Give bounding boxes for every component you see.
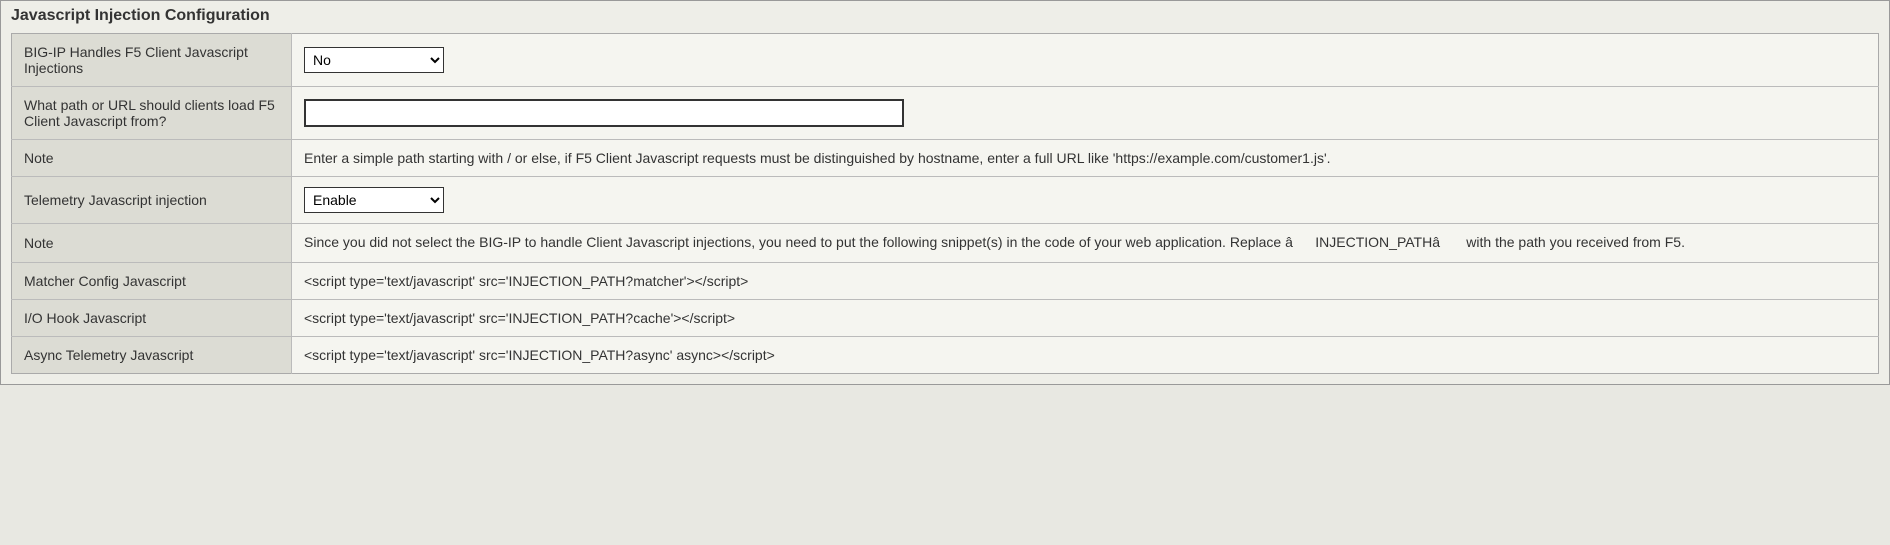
label-path-url: What path or URL should clients load F5 … xyxy=(12,87,292,140)
config-table: BIG-IP Handles F5 Client Javascript Inje… xyxy=(11,33,1879,374)
row-path-url: What path or URL should clients load F5 … xyxy=(12,87,1879,140)
row-matcher: Matcher Config Javascript <script type='… xyxy=(12,263,1879,300)
label-note1: Note xyxy=(12,140,292,177)
input-path-url[interactable] xyxy=(304,99,904,127)
cell-bigip-handles: No xyxy=(292,34,1879,87)
row-iohook: I/O Hook Javascript <script type='text/j… xyxy=(12,300,1879,337)
row-bigip-handles: BIG-IP Handles F5 Client Javascript Inje… xyxy=(12,34,1879,87)
cell-telemetry: Enable xyxy=(292,177,1879,224)
label-async: Async Telemetry Javascript xyxy=(12,337,292,374)
select-telemetry[interactable]: Enable xyxy=(304,187,444,213)
config-section: Javascript Injection Configuration BIG-I… xyxy=(0,0,1890,385)
value-note1: Enter a simple path starting with / or e… xyxy=(292,140,1879,177)
label-note2: Note xyxy=(12,224,292,263)
label-matcher: Matcher Config Javascript xyxy=(12,263,292,300)
row-telemetry: Telemetry Javascript injection Enable xyxy=(12,177,1879,224)
row-note2: Note Since you did not select the BIG-IP… xyxy=(12,224,1879,263)
value-iohook: <script type='text/javascript' src='INJE… xyxy=(292,300,1879,337)
section-title: Javascript Injection Configuration xyxy=(1,1,1889,33)
row-async: Async Telemetry Javascript <script type=… xyxy=(12,337,1879,374)
label-bigip-handles: BIG-IP Handles F5 Client Javascript Inje… xyxy=(12,34,292,87)
value-note2: Since you did not select the BIG-IP to h… xyxy=(292,224,1879,263)
value-matcher: <script type='text/javascript' src='INJE… xyxy=(292,263,1879,300)
label-iohook: I/O Hook Javascript xyxy=(12,300,292,337)
select-bigip-handles[interactable]: No xyxy=(304,47,444,73)
value-async: <script type='text/javascript' src='INJE… xyxy=(292,337,1879,374)
label-telemetry: Telemetry Javascript injection xyxy=(12,177,292,224)
cell-path-url xyxy=(292,87,1879,140)
row-note1: Note Enter a simple path starting with /… xyxy=(12,140,1879,177)
